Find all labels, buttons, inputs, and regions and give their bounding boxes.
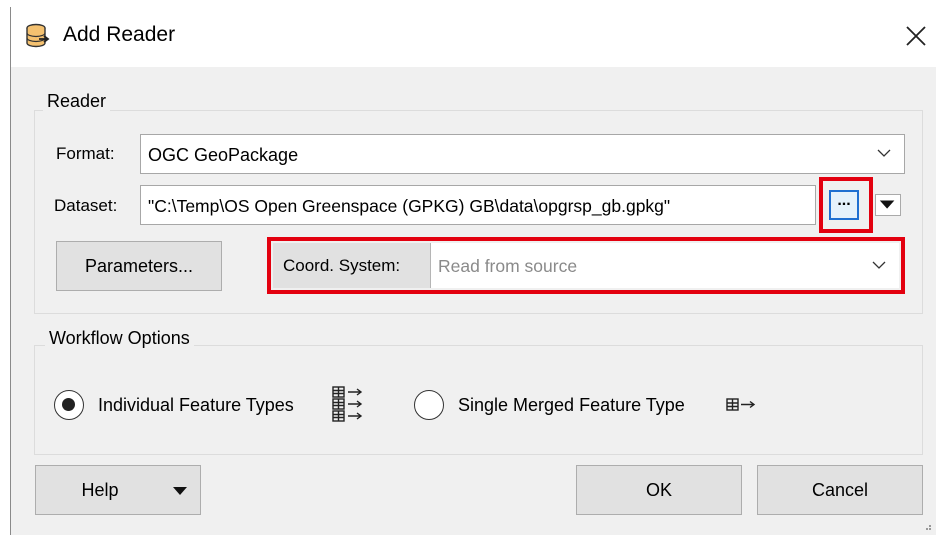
triangle-down-icon <box>879 200 895 209</box>
dataset-value: "C:\Temp\OS Open Greenspace (GPKG) GB\da… <box>148 196 671 216</box>
help-button[interactable]: Help <box>35 465 201 515</box>
parameters-button[interactable]: Parameters... <box>56 241 222 291</box>
format-value: OGC GeoPackage <box>148 145 299 165</box>
individual-feature-types-label: Individual Feature Types <box>98 395 294 415</box>
individual-feature-types-icon <box>332 386 363 422</box>
resize-grip-icon[interactable] <box>922 521 932 531</box>
browse-button-label: ... <box>837 192 851 209</box>
merged-feature-type-icon <box>726 398 756 411</box>
format-select[interactable]: OGC GeoPackage <box>140 134 905 174</box>
reader-db-icon <box>26 23 50 48</box>
cancel-button-label: Cancel <box>811 480 869 500</box>
dataset-label: Dataset: <box>54 196 118 215</box>
coord-system-label-box: Coord. System: <box>273 243 431 288</box>
ok-button-label: OK <box>645 480 672 500</box>
close-icon[interactable] <box>901 21 931 51</box>
dialog-title: Add Reader <box>63 23 176 46</box>
add-reader-dialog: Add Reader Reader Format: OGC GeoPackage… <box>10 7 937 535</box>
single-merged-feature-type-radio[interactable] <box>414 390 444 420</box>
cancel-button[interactable]: Cancel <box>757 465 923 515</box>
dataset-dropdown-button[interactable] <box>875 194 901 216</box>
coord-system-label: Coord. System: <box>283 256 401 275</box>
title-bar: Add Reader <box>11 7 937 67</box>
triangle-down-icon <box>173 487 187 495</box>
individual-feature-types-radio[interactable] <box>54 390 84 420</box>
ok-button[interactable]: OK <box>576 465 742 515</box>
dataset-field[interactable]: "C:\Temp\OS Open Greenspace (GPKG) GB\da… <box>140 185 816 225</box>
reader-group-label: Reader <box>43 91 111 112</box>
format-label: Format: <box>56 144 115 163</box>
browse-button[interactable]: ... <box>829 190 859 220</box>
chevron-down-icon <box>872 261 886 269</box>
coord-system-value: Read from source <box>438 256 578 276</box>
workflow-options-label: Workflow Options <box>45 328 194 349</box>
help-button-label: Help <box>81 480 119 500</box>
parameters-button-label: Parameters... <box>84 256 194 276</box>
coord-system-select[interactable]: Read from source <box>431 243 899 288</box>
chevron-down-icon <box>877 149 891 157</box>
single-merged-feature-type-label: Single Merged Feature Type <box>458 395 685 415</box>
